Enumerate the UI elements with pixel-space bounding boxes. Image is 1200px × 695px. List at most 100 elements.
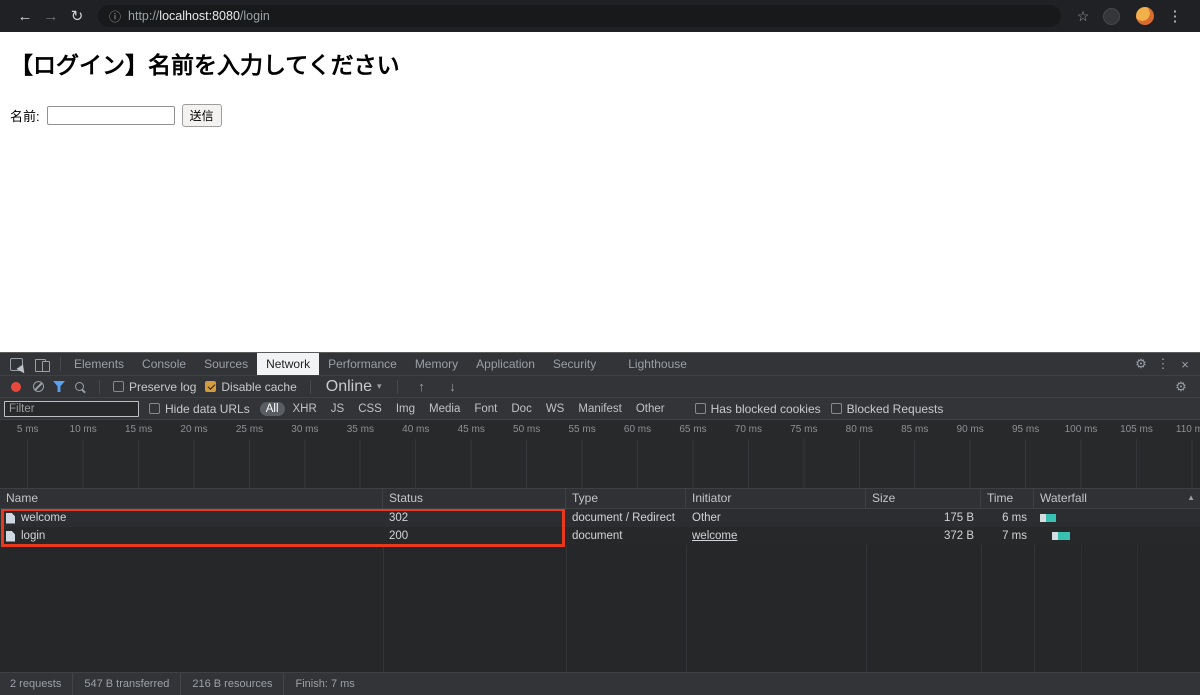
timeline-tick-label: 65 ms bbox=[679, 424, 707, 435]
cell-waterfall bbox=[1034, 527, 1200, 545]
devtools-tab[interactable]: Network bbox=[257, 353, 320, 375]
divider bbox=[99, 379, 100, 394]
devtools-tab[interactable]: Console bbox=[133, 353, 195, 375]
blocked-requests-label: Blocked Requests bbox=[846, 401, 944, 416]
extension-icon[interactable] bbox=[1103, 7, 1120, 25]
timeline-tick-label: 75 ms bbox=[790, 424, 818, 435]
profile-avatar[interactable] bbox=[1136, 7, 1154, 25]
search-icon[interactable] bbox=[74, 381, 86, 393]
name-input[interactable] bbox=[46, 106, 175, 125]
chevron-down-icon: ▾ bbox=[377, 381, 382, 391]
column-header[interactable]: Initiator bbox=[686, 489, 866, 508]
devtools-tab[interactable]: Elements bbox=[65, 353, 133, 375]
devtools-tab[interactable]: Lighthouse bbox=[619, 353, 696, 375]
request-type-filter[interactable]: XHR bbox=[287, 402, 323, 416]
cell-name: login bbox=[0, 527, 383, 545]
request-type-filter[interactable]: CSS bbox=[352, 402, 388, 416]
column-header[interactable]: Waterfall bbox=[1034, 489, 1200, 508]
timeline-tick-label: 105 ms bbox=[1120, 424, 1153, 435]
network-status-bar: 2 requests 547 B transferred 216 B resourc… bbox=[0, 672, 1200, 695]
request-type-filter[interactable]: WS bbox=[540, 402, 571, 416]
clear-icon[interactable] bbox=[33, 381, 44, 392]
export-har-icon[interactable]: ↓ bbox=[442, 379, 464, 394]
request-type-filter[interactable]: Manifest bbox=[572, 402, 627, 416]
request-type-filter[interactable]: JS bbox=[325, 402, 350, 416]
url-text: http://localhost:8080/login bbox=[128, 9, 270, 23]
cell-type: document bbox=[572, 530, 623, 542]
settings-gear-icon[interactable]: ⚙ bbox=[1130, 356, 1152, 372]
page-title: 【ログイン】名前を入力してください bbox=[10, 52, 400, 78]
page-content: 【ログイン】名前を入力してください 名前: 送信 bbox=[0, 32, 1200, 352]
checkbox-icon bbox=[694, 403, 706, 414]
network-request-row[interactable]: login 200 document welcome 372 B 7 ms bbox=[0, 527, 1200, 545]
initiator-link[interactable]: welcome bbox=[692, 530, 737, 542]
filter-icon[interactable] bbox=[53, 381, 65, 392]
hide-data-urls-checkbox[interactable]: Hide data URLs bbox=[149, 402, 250, 416]
column-header[interactable]: Size bbox=[866, 489, 981, 508]
login-form: 名前: 送信 bbox=[10, 104, 1200, 127]
reload-icon[interactable]: ↻ bbox=[64, 7, 90, 25]
timeline-tick-label: 10 ms bbox=[69, 424, 97, 435]
checkbox-icon bbox=[149, 403, 160, 414]
request-type-filter[interactable]: Font bbox=[468, 402, 503, 416]
blocked-requests-checkbox[interactable]: Blocked Requests bbox=[830, 401, 944, 416]
status-bar-item: 547 B transferred bbox=[73, 673, 182, 695]
checkbox-checked-icon bbox=[205, 381, 217, 392]
request-type-filter[interactable]: Img bbox=[390, 402, 421, 416]
record-button[interactable] bbox=[11, 381, 21, 392]
preserve-log-checkbox[interactable]: Preserve log bbox=[113, 380, 196, 394]
devtools-tab[interactable]: Performance bbox=[319, 353, 406, 375]
timeline-tick-label: 25 ms bbox=[235, 424, 264, 435]
request-type-filter[interactable]: All bbox=[259, 401, 285, 416]
submit-button[interactable]: 送信 bbox=[181, 104, 222, 127]
throttling-value: Online bbox=[325, 377, 372, 395]
devtools-tab[interactable]: Application bbox=[467, 353, 544, 375]
timeline-tick-label: 95 ms bbox=[1011, 424, 1040, 435]
url-host: localhost:8080 bbox=[159, 9, 240, 23]
browser-menu-icon[interactable]: ⋮ bbox=[1162, 7, 1188, 25]
close-icon[interactable]: × bbox=[1174, 357, 1196, 372]
back-icon[interactable]: ← bbox=[12, 8, 38, 25]
more-options-icon[interactable]: ⋮ bbox=[1152, 356, 1174, 372]
forward-icon[interactable]: → bbox=[38, 8, 64, 25]
devtools-tab[interactable]: Sources bbox=[195, 353, 257, 375]
timeline-overview: 5 ms 10 ms 15 ms 20 ms 25 ms 30 ms 35 ms 40 ms 4… bbox=[0, 420, 1200, 489]
divider bbox=[396, 379, 398, 394]
inspect-element-icon[interactable] bbox=[10, 357, 23, 371]
import-har-icon[interactable]: ↑ bbox=[411, 379, 433, 394]
column-header[interactable]: Type bbox=[566, 489, 686, 508]
devtools-tab[interactable]: Security bbox=[544, 353, 605, 375]
timeline-tick-label: 55 ms bbox=[568, 424, 596, 435]
disable-cache-checkbox[interactable]: Disable cache bbox=[205, 380, 297, 394]
timeline-tick-label: 60 ms bbox=[623, 424, 652, 435]
column-header[interactable]: Status bbox=[383, 489, 566, 508]
checkbox-icon bbox=[830, 403, 842, 414]
sort-ascending-icon: ▲ bbox=[1187, 493, 1195, 502]
devtools-tabbar: Elements Console Sources Network Performance… bbox=[0, 353, 1200, 376]
network-filter-input[interactable] bbox=[4, 400, 139, 417]
site-info-icon[interactable]: ⓘ bbox=[109, 8, 121, 25]
cell-type: document / Redirect bbox=[572, 512, 675, 524]
column-header[interactable]: Name bbox=[0, 489, 383, 508]
request-type-filter[interactable]: Doc bbox=[505, 402, 537, 416]
network-table-body: welcome 302 document / Redirect Other 17… bbox=[0, 509, 1200, 672]
has-blocked-cookies-checkbox[interactable]: Has blocked cookies bbox=[694, 401, 821, 416]
throttling-select[interactable]: Online ▾ bbox=[324, 378, 384, 396]
device-toolbar-icon[interactable] bbox=[35, 358, 50, 372]
url-path: /login bbox=[239, 9, 270, 23]
request-type-filter[interactable]: Media bbox=[423, 402, 466, 416]
request-type-filter[interactable]: Other bbox=[630, 402, 671, 416]
devtools-tab[interactable]: Memory bbox=[406, 353, 467, 375]
url-scheme: http:// bbox=[128, 9, 160, 23]
has-blocked-cookies-label: Has blocked cookies bbox=[710, 401, 821, 416]
column-header[interactable]: Time bbox=[981, 489, 1034, 508]
network-request-row[interactable]: welcome 302 document / Redirect Other 17… bbox=[0, 509, 1200, 527]
bookmark-star-icon[interactable]: ☆ bbox=[1071, 8, 1095, 25]
waterfall-download-bar bbox=[1046, 514, 1056, 522]
cell-time: 6 ms bbox=[1002, 512, 1027, 524]
network-conditions-gear-icon[interactable]: ⚙ bbox=[1170, 379, 1192, 395]
address-bar[interactable]: ⓘ http://localhost:8080/login bbox=[98, 5, 1061, 27]
browser-toolbar: ← → ↻ ⓘ http://localhost:8080/login ☆ ⋮ bbox=[0, 0, 1200, 32]
timeline-tick-label: 15 ms bbox=[124, 424, 153, 435]
divider bbox=[60, 357, 61, 371]
